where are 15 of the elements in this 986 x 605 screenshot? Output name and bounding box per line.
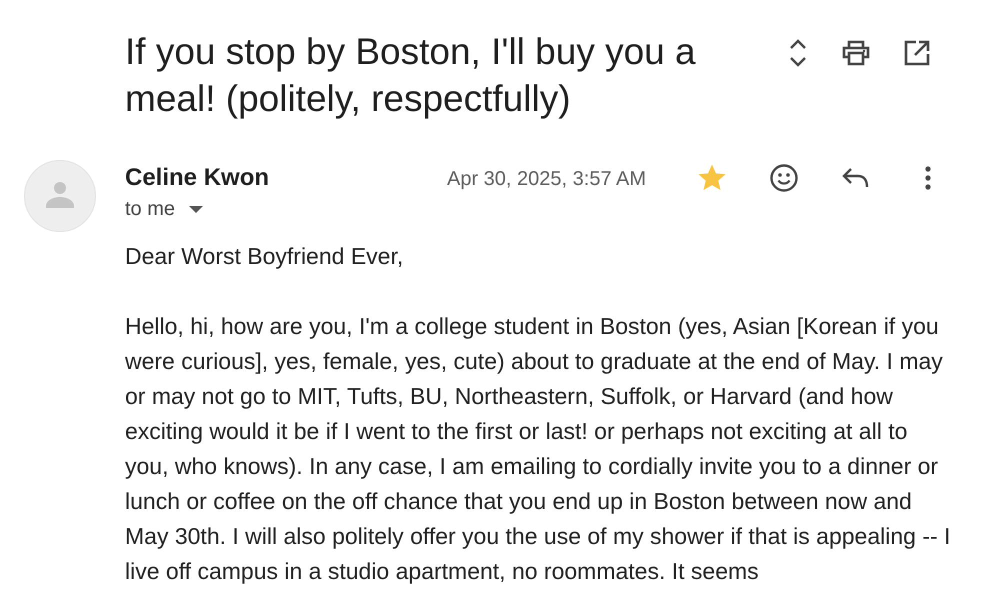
- smiley-icon: [769, 163, 799, 193]
- email-subject: If you stop by Boston, I'll buy you a meal! (politely, respectfully): [125, 30, 697, 121]
- caret-icon: [189, 206, 204, 214]
- email-paragraph: Hello, hi, how are you, I'm a college student in Boston (yes, Asian [Korean if you were curious], yes, female, yes, cute) about to graduate at the end of May. I may or may not go to MIT, Tufts, BU, Northeastern, Suffolk, or Harvard (and how exciting would it be if I went to the first or last! or perhaps not exciting at all to you, who knows). In any case, I am emailing to cordially invite you to a dinner or lunch or coffee on the off chance that you end up in Boston between now and May 30th. I will also politely offer you the use of my shower if that is appealing -- I live off campus in a studio apartment, no roommates. It seems: [125, 312, 952, 586]
- sender-name: Celine Kwon: [125, 164, 270, 192]
- more-options-icon: [925, 166, 931, 190]
- up-down-chevrons-icon: [787, 38, 809, 68]
- email-paragraph: Dear Worst Boyfriend Ever,: [125, 242, 404, 271]
- print-icon: [841, 40, 871, 66]
- recipient-label: to me: [125, 198, 176, 221]
- open-in-new-window-icon: [903, 39, 931, 67]
- avatar-icon: [24, 160, 96, 232]
- email-date: Apr 30, 2025, 3:57 AM: [447, 168, 648, 191]
- star-icon: [698, 164, 726, 192]
- reply-arrow-icon: [842, 167, 870, 189]
